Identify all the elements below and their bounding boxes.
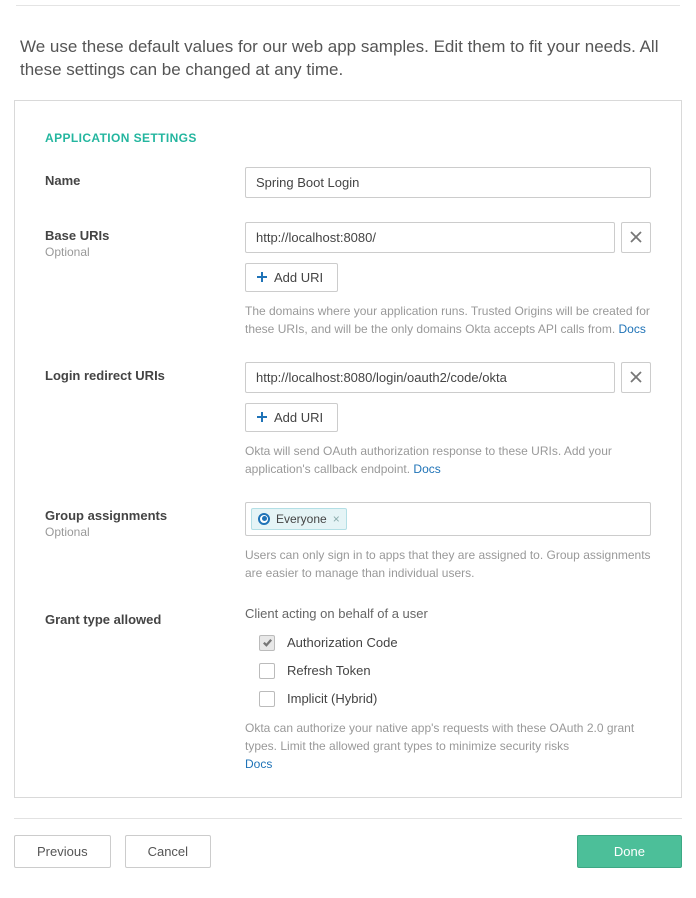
footer: Previous Cancel Done <box>0 819 696 898</box>
authorization-code-label: Authorization Code <box>287 635 398 650</box>
close-icon <box>630 231 642 243</box>
checkbox-unchecked-icon <box>259 691 275 707</box>
remove-base-uri-button[interactable] <box>621 222 651 253</box>
add-login-redirect-button[interactable]: Add URI <box>245 403 338 432</box>
grant-docs-link[interactable]: Docs <box>245 757 272 771</box>
settings-panel: APPLICATION SETTINGS Name Base URIs Opti… <box>14 100 682 798</box>
group-assignments-optional: Optional <box>45 525 90 539</box>
base-uris-label: Base URIs <box>45 228 245 243</box>
login-redirect-input[interactable] <box>245 362 615 393</box>
add-base-uri-button[interactable]: Add URI <box>245 263 338 292</box>
authorization-code-checkbox-row[interactable]: Authorization Code <box>259 635 651 651</box>
add-login-redirect-label: Add URI <box>274 410 323 425</box>
previous-button[interactable]: Previous <box>14 835 111 868</box>
name-label: Name <box>45 173 245 188</box>
done-button[interactable]: Done <box>577 835 682 868</box>
grant-type-label: Grant type allowed <box>45 612 245 627</box>
grant-type-row: Grant type allowed Client acting on beha… <box>45 606 651 773</box>
group-chip-everyone: Everyone × <box>251 508 347 530</box>
cancel-button[interactable]: Cancel <box>125 835 211 868</box>
radio-dot-icon <box>258 513 270 525</box>
plus-icon <box>256 271 268 283</box>
refresh-token-label: Refresh Token <box>287 663 371 678</box>
login-redirect-help: Okta will send OAuth authorization respo… <box>245 442 651 478</box>
grant-subhead: Client acting on behalf of a user <box>245 606 651 621</box>
section-title: APPLICATION SETTINGS <box>45 131 651 145</box>
refresh-token-checkbox-row[interactable]: Refresh Token <box>259 663 651 679</box>
implicit-label: Implicit (Hybrid) <box>287 691 377 706</box>
base-uris-row: Base URIs Optional Add URI The domains w… <box>45 222 651 338</box>
group-assignments-label: Group assignments <box>45 508 245 523</box>
page-intro: We use these default values for our web … <box>0 6 696 100</box>
group-assignments-row: Group assignments Optional Everyone × Us… <box>45 502 651 582</box>
add-base-uri-label: Add URI <box>274 270 323 285</box>
name-row: Name <box>45 167 651 198</box>
base-uris-optional: Optional <box>45 245 90 259</box>
base-uri-input[interactable] <box>245 222 615 253</box>
group-assignments-input[interactable]: Everyone × <box>245 502 651 536</box>
checkbox-checked-icon <box>259 635 275 651</box>
group-assignments-help: Users can only sign in to apps that they… <box>245 546 651 582</box>
remove-group-chip-button[interactable]: × <box>333 512 340 526</box>
implicit-checkbox-row[interactable]: Implicit (Hybrid) <box>259 691 651 707</box>
base-uris-help: The domains where your application runs.… <box>245 302 651 338</box>
login-redirect-label: Login redirect URIs <box>45 368 245 383</box>
login-redirect-docs-link[interactable]: Docs <box>413 462 440 476</box>
base-uris-docs-link[interactable]: Docs <box>619 322 646 336</box>
plus-icon <box>256 411 268 423</box>
close-icon <box>630 371 642 383</box>
checkbox-unchecked-icon <box>259 663 275 679</box>
login-redirect-row: Login redirect URIs Add URI Okta will se… <box>45 362 651 478</box>
remove-login-redirect-button[interactable] <box>621 362 651 393</box>
group-chip-label: Everyone <box>276 512 327 526</box>
grant-help: Okta can authorize your native app's req… <box>245 719 651 773</box>
name-input[interactable] <box>245 167 651 198</box>
